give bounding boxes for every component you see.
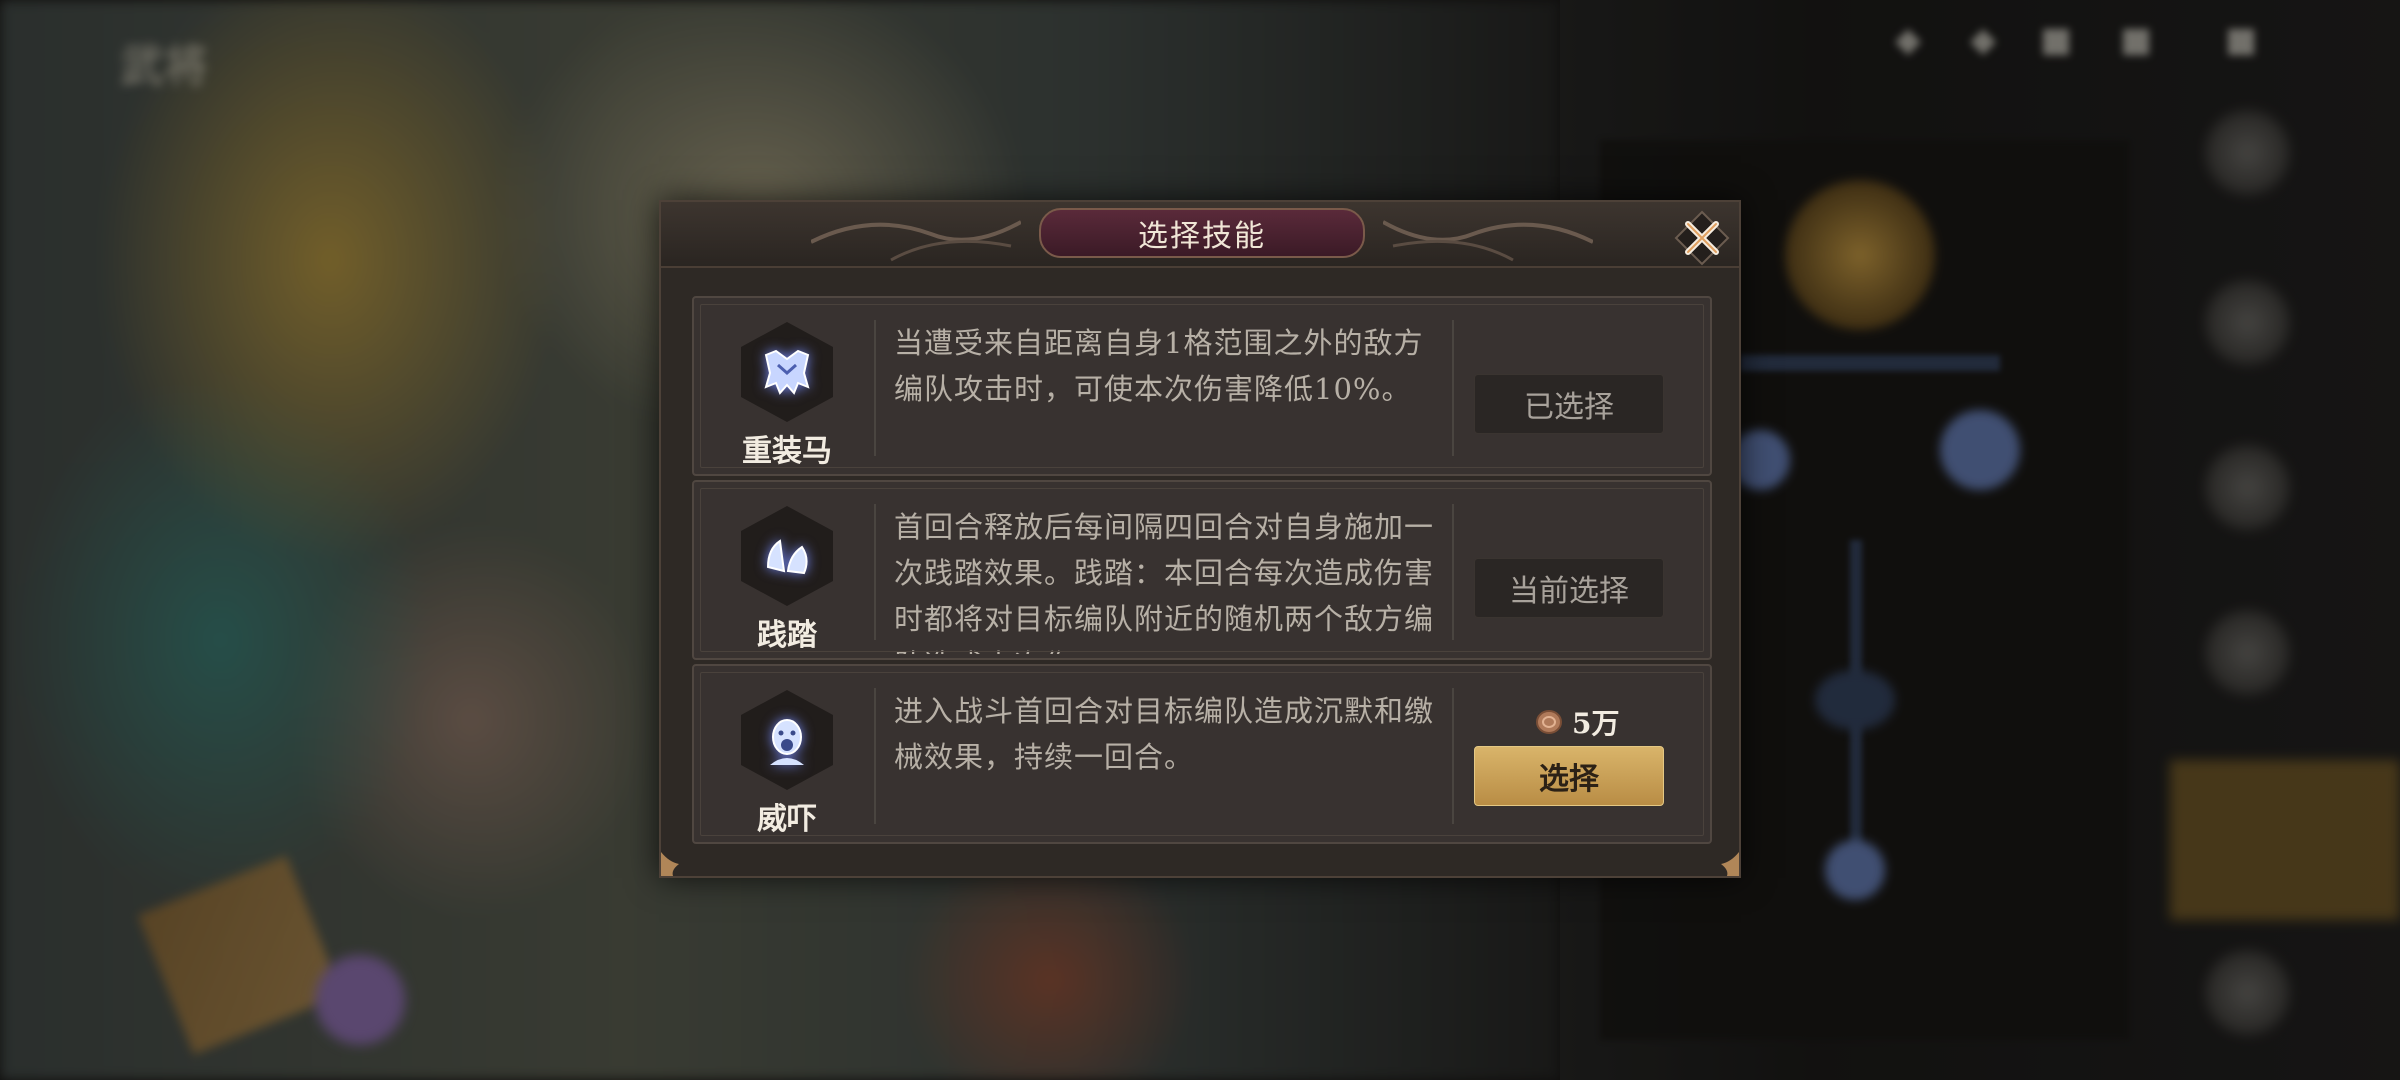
skill-icon-block: 重装马具 [732,322,842,513]
skill-description: 首回合释放后每间隔四回合对自身施加一次践踏效果。践踏：本回合每次造成伤害时都将对… [894,510,1434,654]
skill-icon-block: 践踏 [732,506,842,656]
close-button[interactable] [1674,210,1730,266]
row-divider [1452,320,1454,456]
skill-row-armored-horse[interactable]: 重装马具 当遭受来自距离自身1格范围之外的敌方编队攻击时，可使本次伤害降低10%… [692,296,1712,513]
corner-ornament-right [1721,852,1739,876]
skill-cost: 5万 [1534,702,1619,742]
current-selection-button[interactable]: 当前选择 [1474,558,1664,618]
dialog-title-plate: 选择技能 [1039,208,1365,258]
selected-button[interactable]: 已选择 [1474,374,1664,434]
header-ornament-right [1383,220,1593,262]
armored-horse-icon [741,322,833,422]
row-divider [874,688,876,824]
select-skill-dialog: 选择技能 重装马 当遭受来自距离自身1格范围之外的敌方编队攻击时，可使本次伤害降… [659,200,1741,878]
skill-row-intimidate[interactable]: 威吓 进入战斗首回合对目标编队造成沉默和缴械效果，持续一回合。 5万 选择 [692,664,1712,844]
skill-description: 进入战斗首回合对目标编队造成沉默和缴械效果，持续一回合。 [894,694,1434,774]
corner-ornament-left [661,852,679,876]
close-x-icon [1674,210,1730,266]
skill-icon-block: 威吓 [732,690,842,840]
skill-name: 践踏 [757,618,817,653]
hoof-print-icon [741,506,833,606]
row-divider [1452,688,1454,824]
cost-amount: 5万 [1572,707,1620,740]
skill-row-trample[interactable]: 践踏 首回合释放后每间隔四回合对自身施加一次践踏效果。践踏：本回合每次造成伤害时… [692,480,1712,660]
row-divider [874,504,876,640]
select-button[interactable]: 选择 [1474,746,1664,806]
skill-name: 威吓 [757,802,817,837]
skill-description: 当遭受来自距离自身1格范围之外的敌方编队攻击时，可使本次伤害降低10%。 [894,326,1424,406]
row-divider [1452,504,1454,640]
dialog-title: 选择技能 [1138,219,1266,254]
skill-list[interactable]: 重装马具 当遭受来自距离自身1格范围之外的敌方编队攻击时，可使本次伤害降低10%… [692,296,1716,844]
header-ornament-left [811,220,1021,262]
shouting-face-icon [741,690,833,790]
dialog-header: 选择技能 [661,202,1739,268]
row-divider [874,320,876,456]
copper-coin-icon [1536,710,1562,734]
